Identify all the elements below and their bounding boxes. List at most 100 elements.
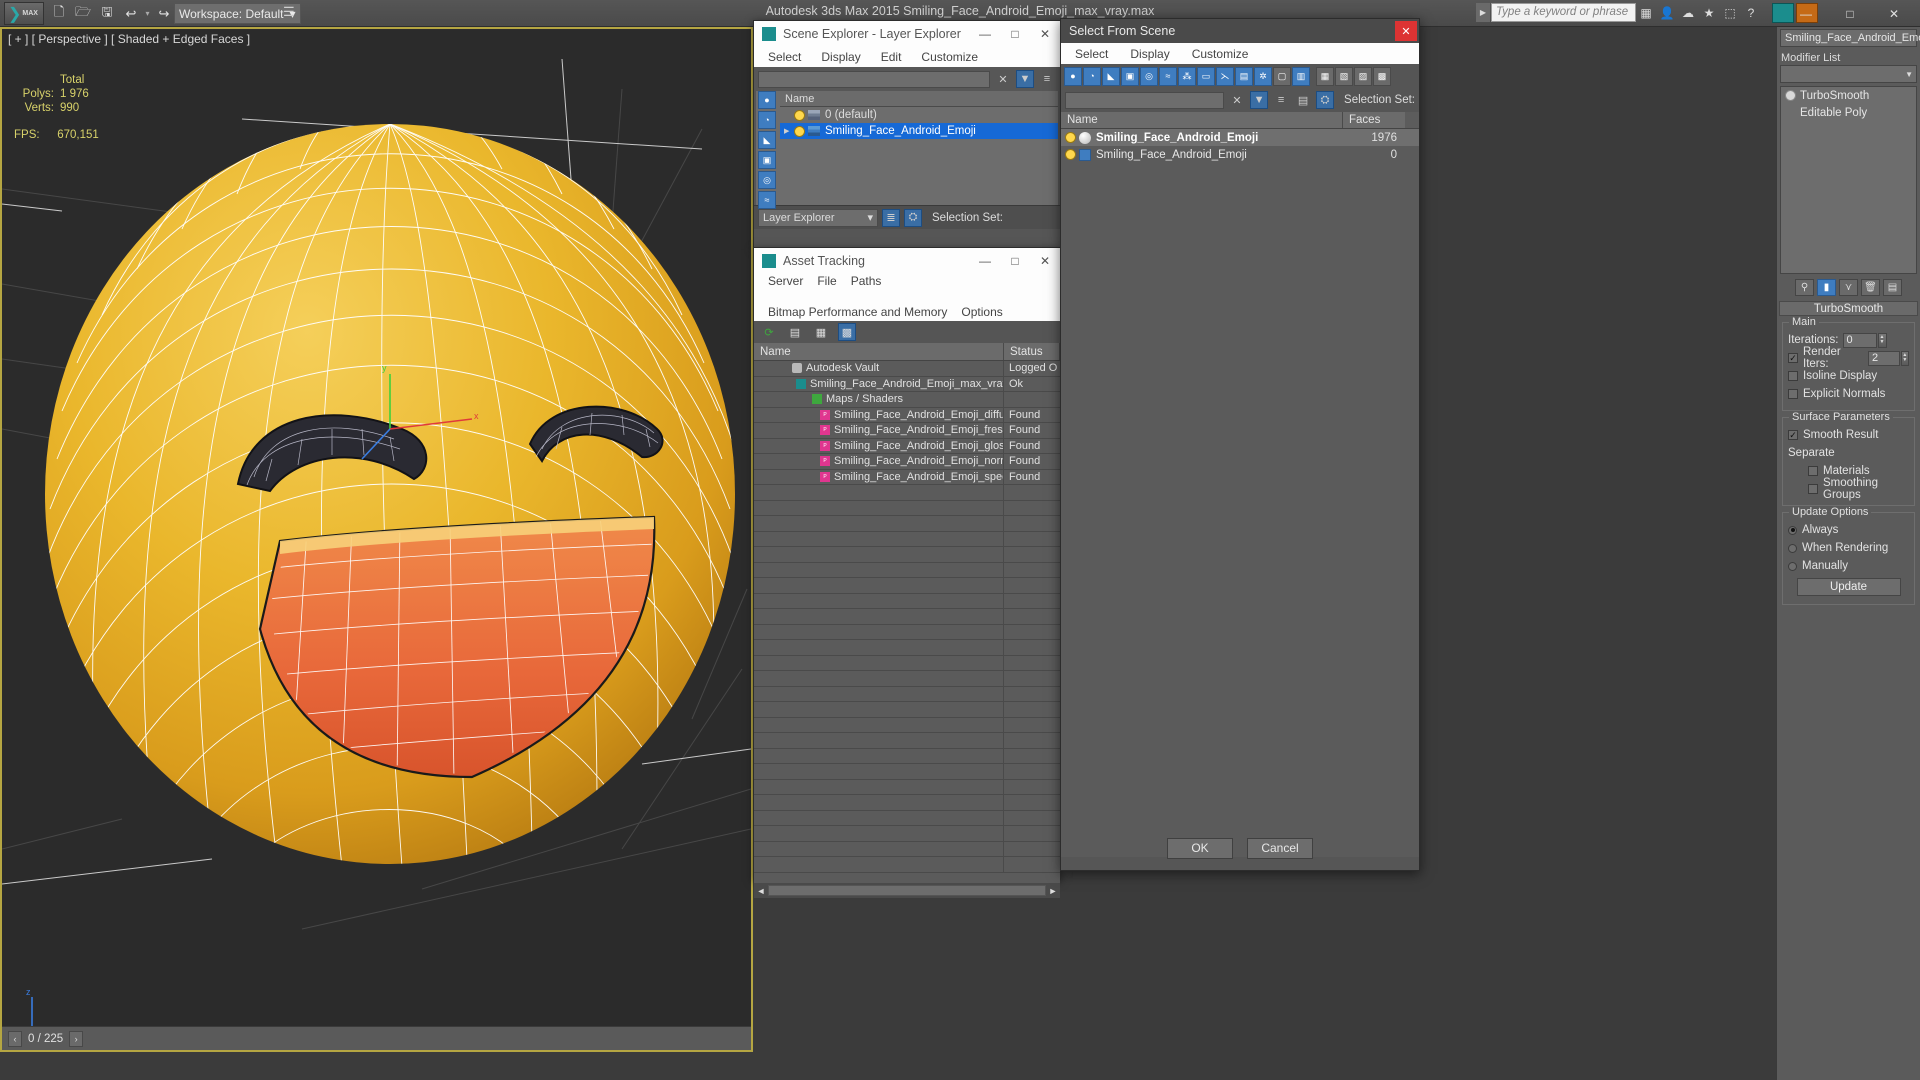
menu-options[interactable]: Options <box>961 304 1002 321</box>
expand-arrow-icon[interactable]: ▶ <box>784 127 794 135</box>
frozen-filter-icon[interactable]: ▢ <box>1273 66 1291 86</box>
menu-bitmap-performance[interactable]: Bitmap Performance and Memory <box>768 304 947 321</box>
smoothing-groups-checkbox[interactable] <box>1808 484 1818 494</box>
layer-manager-icon[interactable]: ≣ <box>882 208 900 227</box>
select-from-scene-search-input[interactable] <box>1065 91 1225 109</box>
layers-icon[interactable]: ≡ <box>1038 70 1056 88</box>
scene-explorer-titlebar[interactable]: Scene Explorer - Layer Explorer — □ ✕ <box>754 21 1060 46</box>
select-from-scene-list[interactable]: Smiling_Face_Android_Emoji 1976 Smiling_… <box>1061 129 1419 857</box>
menu-display[interactable]: Display <box>1130 47 1169 61</box>
show-end-result-icon[interactable]: ▮ <box>1817 278 1836 296</box>
asset-row[interactable]: P Smiling_Face_Android_Emoji_normal.p...… <box>754 454 1060 470</box>
scroll-left-icon[interactable]: ◄ <box>754 886 768 896</box>
lights-filter-icon[interactable]: ◣ <box>1102 66 1120 86</box>
scene-explorer-maximize[interactable]: □ <box>1000 21 1030 46</box>
configure-sets-icon[interactable]: ▤ <box>1883 278 1902 296</box>
window-minimize-button[interactable]: — <box>1784 1 1828 27</box>
field-smooth-result[interactable]: Smooth Result <box>1788 427 1909 443</box>
field-smoothing-groups[interactable]: Smoothing Groups <box>1788 477 1909 501</box>
redo-icon[interactable]: ↪ <box>153 3 175 24</box>
layer-row-default[interactable]: 0 (default) <box>780 107 1058 123</box>
field-explicit-normals[interactable]: Explicit Normals <box>1788 386 1909 402</box>
scene-explorer-minimize[interactable]: — <box>970 21 1000 46</box>
field-isoline-display[interactable]: Isoline Display <box>1788 368 1909 384</box>
update-button[interactable]: Update <box>1796 578 1901 596</box>
light-filter-icon[interactable]: ◣ <box>758 131 776 149</box>
sphere-filter-icon[interactable]: ● <box>758 91 776 109</box>
smooth-result-checkbox[interactable] <box>1788 430 1798 440</box>
light-bulb-icon[interactable] <box>1065 132 1076 143</box>
explorer-mode-combo[interactable]: Layer Explorer ▾ <box>758 208 878 227</box>
manually-radio[interactable] <box>1788 561 1797 571</box>
materials-checkbox[interactable] <box>1808 466 1818 476</box>
hierarchy-icon[interactable]: ⛭ <box>904 208 922 227</box>
scrollbar-track[interactable] <box>768 885 1046 896</box>
clear-filter-icon[interactable]: ✕ <box>994 70 1012 88</box>
detail-view-icon[interactable]: ▦ <box>812 323 830 341</box>
camera-filter-icon[interactable]: ▣ <box>758 151 776 169</box>
light-bulb-icon[interactable] <box>794 109 805 121</box>
invert-filter-icon[interactable]: ▧ <box>1335 66 1353 86</box>
exchange-icon[interactable]: ⬚ <box>1721 4 1739 22</box>
asset-row[interactable]: P Smiling_Face_Android_Emoji_diffuse.p..… <box>754 407 1060 423</box>
command-panel[interactable]: Smiling_Face_Android_Emoji Modifier List… <box>1776 27 1920 1080</box>
scroll-right-icon[interactable]: ► <box>1046 886 1060 896</box>
list-view-icon[interactable]: ▤ <box>786 323 804 341</box>
menu-file[interactable]: File <box>817 273 836 290</box>
asset-tracking-column-header[interactable]: Name Status <box>754 343 1060 361</box>
explicit-normals-checkbox[interactable] <box>1788 389 1798 399</box>
workspace-menu-icon[interactable]: ☰ <box>283 4 295 20</box>
open-file-icon[interactable]: 🗁 <box>72 3 94 24</box>
select-from-scene-dialog[interactable]: Select From Scene ✕ Select Display Custo… <box>1060 18 1420 871</box>
stack-icon[interactable]: ▤ <box>1294 91 1312 109</box>
field-manually[interactable]: Manually <box>1788 558 1909 574</box>
asset-tracking-window[interactable]: Asset Tracking — □ ✕ Server File Paths B… <box>753 247 1061 898</box>
select-children-icon[interactable]: ▩ <box>1373 66 1391 86</box>
asset-tracking-minimize[interactable]: — <box>970 248 1000 273</box>
window-maximize-button[interactable]: □ <box>1828 1 1872 27</box>
undo-dropdown-icon[interactable]: ▾ <box>144 9 151 18</box>
menu-server[interactable]: Server <box>768 273 803 290</box>
object-name-field[interactable]: Smiling_Face_Android_Emoji <box>1780 29 1920 47</box>
field-render-iters[interactable]: Render Iters: 2 ▲▼ <box>1788 346 1909 370</box>
isoline-display-checkbox[interactable] <box>1788 371 1798 381</box>
asset-row[interactable]: Autodesk Vault Logged O <box>754 361 1060 377</box>
hidden-filter-icon[interactable]: ▥ <box>1292 66 1310 86</box>
ok-button[interactable]: OK <box>1167 837 1233 859</box>
select-from-scene-close[interactable]: ✕ <box>1395 21 1417 41</box>
menu-edit[interactable]: Edit <box>881 50 902 64</box>
field-always[interactable]: Always <box>1788 522 1909 538</box>
scene-explorer-search-input[interactable] <box>758 70 990 88</box>
layers-icon[interactable]: ≡ <box>1272 91 1290 109</box>
undo-icon[interactable]: ↩ <box>120 3 142 24</box>
cancel-button[interactable]: Cancel <box>1247 837 1313 859</box>
menu-customize[interactable]: Customize <box>921 50 978 64</box>
max-app-logo[interactable]: ❯ MAX <box>4 2 44 25</box>
asset-row[interactable]: P Smiling_Face_Android_Emoji_fresnel.p..… <box>754 423 1060 439</box>
asset-row[interactable]: P Smiling_Face_Android_Emoji_glossines..… <box>754 438 1060 454</box>
menu-select[interactable]: Select <box>768 50 801 64</box>
asset-tracking-horizontal-scrollbar[interactable]: ◄ ► <box>754 883 1060 898</box>
cloud-icon[interactable]: ☁ <box>1679 4 1697 22</box>
asset-tracking-list[interactable]: Autodesk Vault Logged O Smiling_Face_And… <box>754 361 1060 883</box>
menu-customize[interactable]: Customize <box>1192 47 1249 61</box>
when-rendering-radio[interactable] <box>1788 543 1797 553</box>
help-grid-icon[interactable]: ▦ <box>1637 4 1655 22</box>
filter-settings-icon[interactable]: ▼ <box>1016 70 1034 88</box>
asset-tracking-titlebar[interactable]: Asset Tracking — □ ✕ <box>754 248 1060 273</box>
make-unique-icon[interactable]: ⋎ <box>1839 278 1858 296</box>
light-bulb-icon[interactable] <box>1065 149 1076 160</box>
menu-display[interactable]: Display <box>821 50 860 64</box>
eye-icon[interactable] <box>1785 90 1796 101</box>
remove-modifier-icon[interactable]: 🗑 <box>1861 278 1880 296</box>
all-filter-icon[interactable]: ▨ <box>1354 66 1372 86</box>
viewport-label[interactable]: [ + ] [ Perspective ] [ Shaded + Edged F… <box>8 32 250 46</box>
xref-filter-icon[interactable]: ✲ <box>1254 66 1272 86</box>
select-from-scene-titlebar[interactable]: Select From Scene ✕ <box>1061 19 1419 43</box>
spacewarps-filter-icon[interactable]: ≈ <box>1159 66 1177 86</box>
asset-row[interactable]: P Smiling_Face_Android_Emoji_specular...… <box>754 469 1060 485</box>
workspace-selector[interactable]: Workspace: Default ▾ <box>174 3 301 24</box>
always-radio[interactable] <box>1788 525 1797 535</box>
star-icon[interactable]: ★ <box>1700 4 1718 22</box>
asset-row[interactable]: Smiling_Face_Android_Emoji_max_vray.max … <box>754 376 1060 392</box>
